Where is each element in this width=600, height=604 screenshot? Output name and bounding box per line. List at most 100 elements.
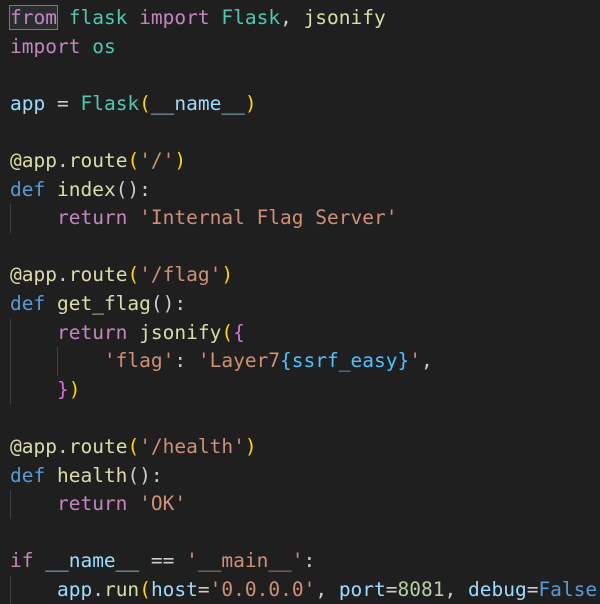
code-line[interactable]: 'flag': 'Layer7{ssrf_easy}',: [0, 347, 600, 376]
code-token: @: [10, 434, 22, 458]
code-line[interactable]: return 'Internal Flag Server': [0, 204, 600, 233]
code-token: @: [10, 263, 22, 287]
code-token: ():: [127, 463, 163, 487]
code-line[interactable]: if __name__ == '__main__':: [0, 547, 600, 576]
code-line[interactable]: @app.route('/health'): [0, 433, 600, 462]
code-token: False: [538, 577, 598, 601]
code-token: 'Internal Flag Server': [139, 206, 398, 230]
code-line[interactable]: app = Flask(__name__): [0, 90, 600, 119]
code-token: '/health': [139, 434, 245, 458]
code-line[interactable]: [0, 404, 600, 433]
code-line[interactable]: import os: [0, 33, 600, 62]
code-token: ,: [444, 577, 468, 601]
code-token: }: [56, 377, 69, 401]
code-token: ): [68, 377, 81, 401]
code-token: if: [10, 549, 34, 573]
code-token: from: [9, 5, 58, 30]
code-token: debug: [467, 577, 527, 601]
code-token: ): [221, 263, 234, 287]
code-token: port: [338, 577, 386, 601]
code-token: jsonify: [303, 6, 386, 29]
code-token: 'OK': [139, 492, 187, 516]
code-line[interactable]: return 'OK': [0, 490, 600, 519]
code-token: '0.0.0.0': [209, 577, 316, 601]
code-line[interactable]: @app.route('/flag'): [0, 261, 600, 290]
code-line[interactable]: }): [0, 375, 600, 405]
code-token: host: [150, 577, 198, 601]
indent-guide: [10, 204, 11, 233]
code-line[interactable]: [0, 519, 600, 548]
code-token: run: [103, 577, 140, 601]
code-token: ==: [139, 549, 187, 573]
code-token: =: [45, 91, 81, 115]
code-token: ': [409, 349, 421, 373]
code-token: (: [139, 577, 151, 601]
code-token: ,: [280, 6, 304, 29]
code-token: =: [385, 577, 398, 601]
code-token: __name__: [45, 549, 140, 573]
code-line[interactable]: return jsonify({: [0, 318, 600, 348]
code-token: Flask: [221, 6, 281, 29]
code-token: ,: [315, 577, 339, 601]
code-token: ,: [420, 349, 433, 373]
code-token: (: [139, 91, 151, 115]
indent-guide: [57, 347, 58, 376]
code-token: route: [68, 434, 128, 458]
code-token: (: [127, 263, 140, 287]
code-line[interactable]: @app.route('/'): [0, 147, 600, 176]
code-token: ): [174, 148, 187, 172]
code-token: {: [233, 320, 245, 344]
code-token: return: [56, 206, 128, 230]
code-editor[interactable]: from flask import Flask, jsonify import o…: [0, 0, 600, 604]
code-token: jsonify: [139, 320, 222, 344]
code-line[interactable]: [0, 118, 600, 147]
code-token: app: [10, 91, 46, 115]
code-token: import: [139, 6, 210, 29]
code-token: (: [127, 148, 140, 172]
code-token: 'flag': [103, 349, 175, 373]
code-token: :: [303, 549, 316, 573]
code-token: '__main__': [186, 549, 304, 573]
code-line[interactable]: [0, 233, 600, 262]
indent-guide: [10, 347, 11, 376]
indent-guide: [10, 375, 11, 405]
code-token: return: [56, 320, 128, 344]
code-token: 'Layer7: [197, 349, 281, 373]
code-token: =: [526, 577, 539, 601]
code-token: (: [221, 320, 234, 344]
code-token: Flask: [80, 91, 140, 115]
code-line[interactable]: def index():: [0, 176, 600, 205]
code-line[interactable]: def health():: [0, 462, 600, 491]
code-line[interactable]: from flask import Flask, jsonify: [0, 4, 600, 33]
code-token: (: [127, 434, 140, 458]
code-token: def: [10, 177, 46, 201]
code-token: def: [10, 463, 46, 487]
code-token: ():: [150, 291, 187, 315]
code-token: ): [244, 91, 257, 115]
code-token: flask: [68, 6, 128, 29]
indent-guide: [10, 490, 11, 519]
code-token: health: [56, 463, 128, 487]
code-token: __name__: [150, 91, 245, 115]
code-token: app: [56, 577, 93, 601]
code-token: import: [10, 34, 81, 58]
code-token: =: [197, 577, 210, 601]
code-token: {ssrf_easy}: [280, 349, 410, 373]
code-line[interactable]: def get_flag():: [0, 290, 600, 319]
code-token: index: [56, 177, 116, 201]
code-line[interactable]: app.run(host='0.0.0.0', port=8081, debug…: [0, 575, 600, 604]
code-line[interactable]: [0, 61, 600, 90]
code-token: ): [244, 434, 257, 458]
code-token: app: [21, 148, 57, 172]
